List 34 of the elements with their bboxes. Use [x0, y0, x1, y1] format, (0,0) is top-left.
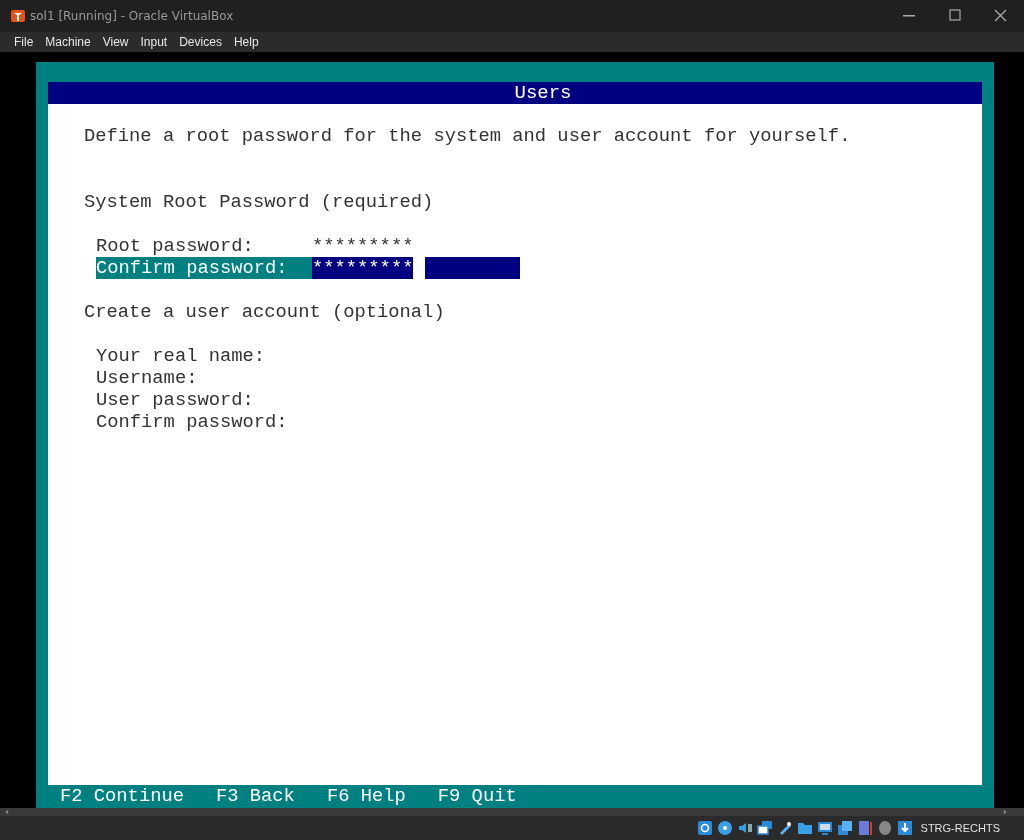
function-key-hint: F2 Continue — [60, 785, 184, 808]
horizontal-scrollbar[interactable] — [0, 808, 1024, 816]
dialog-title: Users — [48, 82, 982, 104]
mouse-icon[interactable] — [876, 820, 893, 836]
password-field[interactable]: ********* — [312, 235, 414, 257]
windows-icon[interactable] — [836, 820, 853, 836]
menu-item[interactable]: Input — [134, 35, 174, 49]
speaker-icon[interactable] — [736, 820, 753, 836]
display-icon[interactable] — [816, 820, 833, 836]
function-key-hint: F3 Back — [216, 785, 295, 808]
folder-icon[interactable] — [796, 820, 813, 836]
input-field[interactable] — [425, 257, 521, 279]
menu-item[interactable]: File — [8, 35, 40, 49]
password-field[interactable]: ********* — [312, 257, 414, 279]
host-key-label: STRG-RECHTS — [920, 822, 1000, 834]
app-logo-icon — [10, 8, 26, 24]
optical-disc-icon[interactable] — [716, 820, 733, 836]
window-title: sol1 [Running] - Oracle VirtualBox — [30, 9, 234, 23]
menu-item[interactable]: Devices — [173, 35, 228, 49]
function-key-hint: F9 Quit — [437, 785, 517, 808]
menu-item[interactable]: Machine — [39, 35, 97, 49]
menu-item[interactable]: Help — [227, 35, 265, 49]
function-key-hint: F6 Help — [326, 785, 406, 808]
field-label: Confirm password: — [96, 257, 312, 279]
menu-item[interactable]: View — [96, 35, 135, 49]
field-label: Root password: — [96, 235, 255, 257]
field-label: Username: — [96, 367, 199, 389]
section-heading: System Root Password (required) — [84, 191, 435, 213]
intro-text: Define a root password for the system and user account for yourself. — [84, 125, 852, 147]
field-label: Your real name: — [96, 345, 267, 367]
section-heading: Create a user account (optional) — [84, 301, 446, 323]
field-label: Confirm password: — [96, 411, 289, 433]
field-label: User password: — [96, 389, 255, 411]
network-icon[interactable] — [756, 820, 773, 836]
